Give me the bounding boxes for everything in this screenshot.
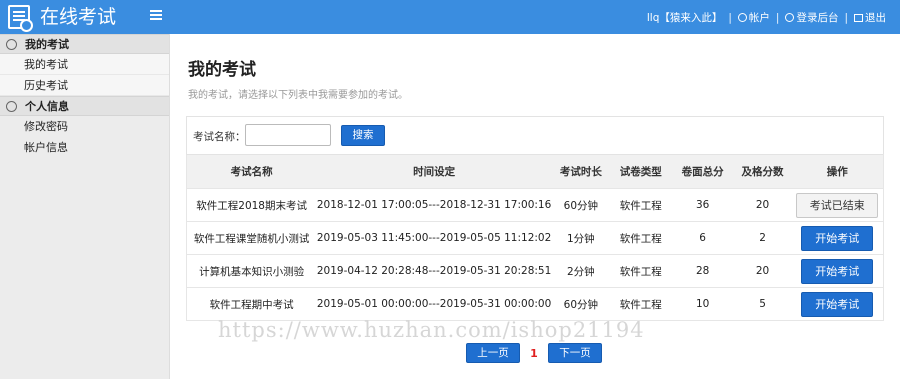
table-row: 软件工程期中考试 2019-05-01 00:00:00---2019-05-3… <box>186 287 885 321</box>
exam-logo-icon <box>8 5 33 32</box>
sidebar-item-exam-history[interactable]: 历史考试 <box>0 75 169 96</box>
table-header-row: 考试名称 时间设定 考试时长 试卷类型 卷面总分 及格分数 操作 <box>186 154 885 189</box>
clock-icon <box>6 38 17 50</box>
exam-pass-cell: 20 <box>733 188 792 222</box>
exam-pass-cell: 20 <box>733 254 792 288</box>
info-icon <box>785 13 795 22</box>
exam-time-cell: 2019-05-03 11:45:00---2019-05-05 11:12:0… <box>316 221 552 255</box>
logout-label: 退出 <box>865 12 886 24</box>
search-label: 考试名称： <box>193 131 246 143</box>
account-label: 帐户 <box>748 12 770 24</box>
sidebar-section-title: 个人信息 <box>25 100 69 113</box>
search-bar: 考试名称： 搜索 <box>186 116 884 154</box>
logout-link[interactable]: 退出 <box>854 10 886 25</box>
exam-total-cell: 28 <box>671 254 734 288</box>
exam-type-cell: 软件工程 <box>609 287 672 321</box>
column-header: 考试名称 <box>186 154 317 189</box>
exam-total-cell: 6 <box>671 221 734 255</box>
exam-total-cell: 36 <box>671 188 734 222</box>
nav-separator: | <box>844 11 848 24</box>
nav-separator: | <box>775 11 780 24</box>
exam-name-cell: 软件工程课堂随机小测试 <box>186 221 317 255</box>
user-icon <box>6 100 17 112</box>
exam-type-cell: 软件工程 <box>609 221 672 255</box>
sidebar-section-personal-info[interactable]: 个人信息 <box>0 96 169 116</box>
exam-name-search-input[interactable] <box>245 124 331 146</box>
watermark-text: https://www.huzhan.com/ishop21194 <box>218 318 645 342</box>
exam-duration-cell: 60分钟 <box>551 188 610 222</box>
exam-action-cell: 开始考试 <box>791 287 885 321</box>
exam-duration-cell: 2分钟 <box>551 254 610 288</box>
exam-time-cell: 2018-12-01 17:00:05---2018-12-31 17:00:1… <box>316 188 552 222</box>
pagination: 上一页 1 下一页 <box>466 343 602 363</box>
exam-name-cell: 软件工程2018期末考试 <box>186 188 317 222</box>
table-row: 软件工程2018期末考试 2018-12-01 17:00:05---2018-… <box>186 188 885 222</box>
exam-pass-cell: 2 <box>733 221 792 255</box>
exam-type-cell: 软件工程 <box>609 188 672 222</box>
exam-action-cell: 开始考试 <box>791 221 885 255</box>
next-page-button[interactable]: 下一页 <box>548 343 602 363</box>
menu-toggle-icon[interactable] <box>150 10 162 20</box>
exam-time-cell: 2019-04-12 20:28:48---2019-05-31 20:28:5… <box>316 254 552 288</box>
exam-name-cell: 软件工程期中考试 <box>186 287 317 321</box>
nav-separator: | <box>728 11 732 24</box>
sidebar-section-title: 我的考试 <box>25 38 69 51</box>
user-nav: llq【猿来入此】 | 帐户 | 登录后台 | 退出 <box>647 10 886 25</box>
exam-type-cell: 软件工程 <box>609 254 672 288</box>
logout-icon <box>854 13 863 22</box>
top-header: 在线考试 llq【猿来入此】 | 帐户 | 登录后台 | 退出 <box>0 0 900 34</box>
exam-action-cell: 考试已结束 <box>791 188 885 222</box>
prev-page-button[interactable]: 上一页 <box>466 343 520 363</box>
start-exam-button[interactable]: 开始考试 <box>801 225 874 251</box>
current-page-number: 1 <box>530 346 538 360</box>
column-header: 试卷类型 <box>609 154 672 189</box>
exam-ended-button[interactable]: 考试已结束 <box>796 192 879 218</box>
start-exam-button[interactable]: 开始考试 <box>801 258 874 284</box>
column-header: 及格分数 <box>733 154 792 189</box>
page-subtitle: 我的考试，请选择以下列表中我需要参加的考试。 <box>188 90 408 101</box>
sidebar: 我的考试 我的考试 历史考试 个人信息 修改密码 帐户信息 <box>0 34 170 379</box>
exam-duration-cell: 60分钟 <box>551 287 610 321</box>
column-header: 操作 <box>791 154 885 189</box>
sidebar-item-change-password[interactable]: 修改密码 <box>0 116 169 137</box>
exam-total-cell: 10 <box>671 287 734 321</box>
search-button[interactable]: 搜索 <box>341 125 385 146</box>
column-header: 时间设定 <box>316 154 552 189</box>
user-name-link[interactable]: llq【猿来入此】 <box>647 10 723 25</box>
start-exam-button[interactable]: 开始考试 <box>801 291 874 317</box>
exam-name-cell: 计算机基本知识小测验 <box>186 254 317 288</box>
table-row: 计算机基本知识小测验 2019-04-12 20:28:48---2019-05… <box>186 254 885 288</box>
sidebar-item-account-info[interactable]: 帐户信息 <box>0 137 169 158</box>
app-title: 在线考试 <box>40 6 117 28</box>
exam-duration-cell: 1分钟 <box>551 221 610 255</box>
exam-pass-cell: 5 <box>733 287 792 321</box>
exam-time-cell: 2019-05-01 00:00:00---2019-05-31 00:00:0… <box>316 287 552 321</box>
page-title: 我的考试 <box>188 60 256 80</box>
account-link[interactable]: 帐户 <box>737 10 770 25</box>
admin-login-label: 登录后台 <box>796 12 839 24</box>
sidebar-section-my-exams[interactable]: 我的考试 <box>0 34 169 54</box>
admin-login-link[interactable]: 登录后台 <box>785 10 838 25</box>
column-header: 考试时长 <box>551 154 610 189</box>
exam-table: 考试名称 时间设定 考试时长 试卷类型 卷面总分 及格分数 操作 软件工程201… <box>186 154 885 321</box>
info-icon <box>737 13 747 22</box>
table-row: 软件工程课堂随机小测试 2019-05-03 11:45:00---2019-0… <box>186 221 885 255</box>
sidebar-item-my-exams[interactable]: 我的考试 <box>0 54 169 75</box>
exam-action-cell: 开始考试 <box>791 254 885 288</box>
column-header: 卷面总分 <box>671 154 734 189</box>
